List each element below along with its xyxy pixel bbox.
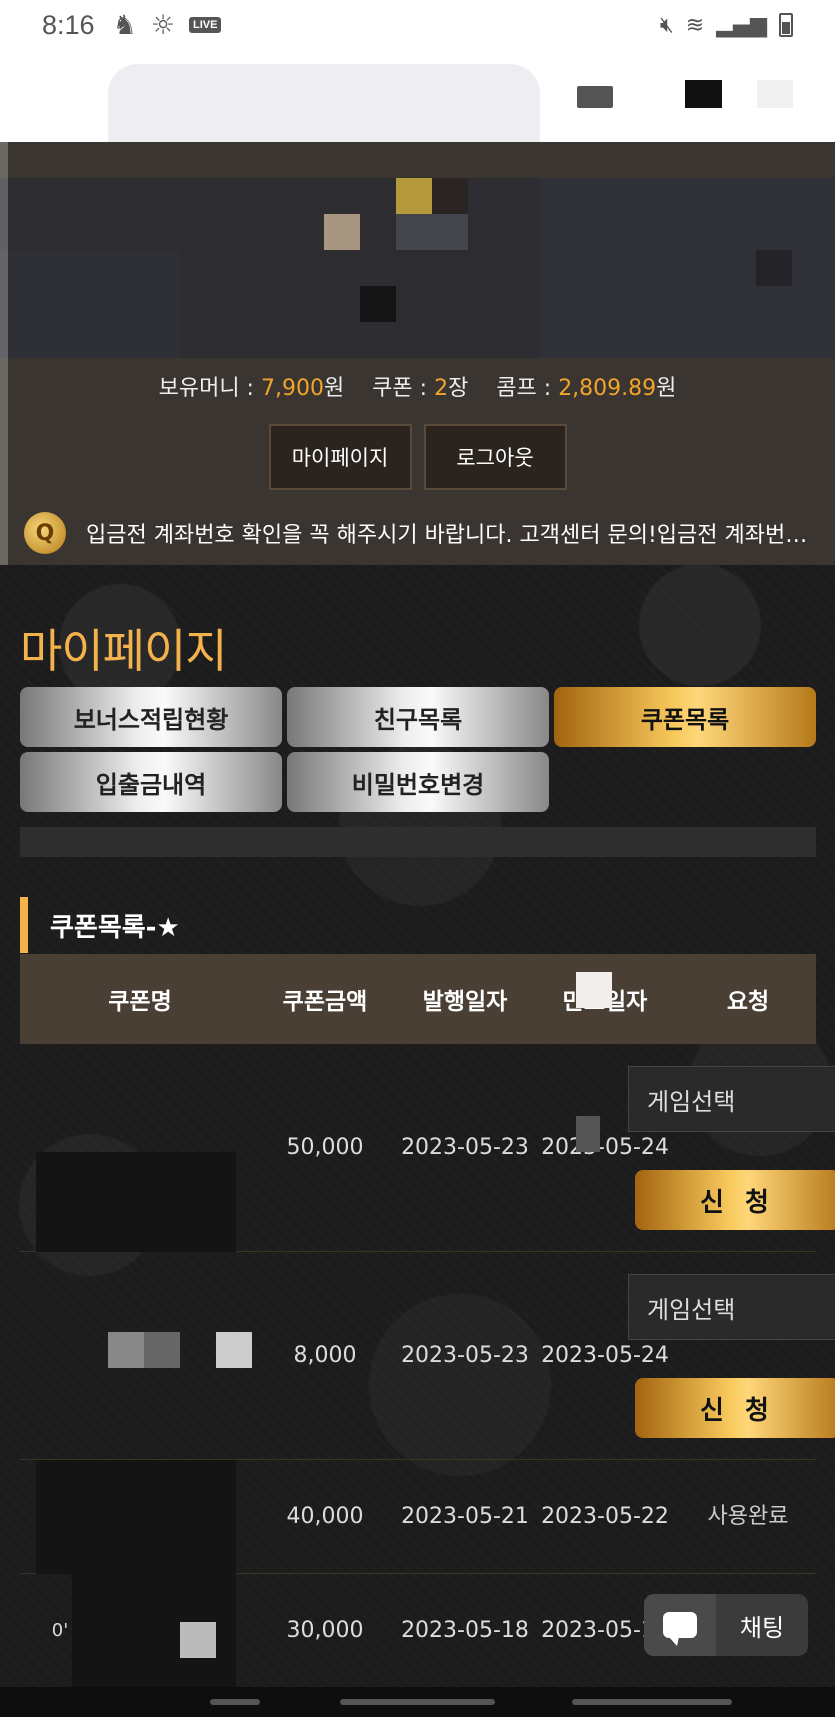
table-header: 쿠폰명 쿠폰금액 발행일자 만료일자 요청 [20,954,816,1044]
signal-icon: ▂▄▆ [716,12,767,38]
tab-password[interactable]: 비밀번호변경 [287,752,549,812]
wifi-icon: ≋ [685,12,705,38]
redacted-block [576,972,612,1008]
weather-icon: ☼ [150,9,175,41]
money-label: 보유머니 : [158,376,261,401]
issued-date: 2023-05-23 [401,1343,529,1368]
notice-bar: Q 입금전 계좌번호 확인을 꼭 해주시기 바랍니다. 고객센터 문의!입금전 … [0,500,835,566]
tab-transactions[interactable]: 입출금내역 [20,752,282,812]
mypage-button[interactable]: 마이페이지 [268,424,412,490]
side-edge [0,142,8,602]
section-title: 쿠폰목록-★ [50,912,180,943]
coupon-value: 2 [434,376,449,401]
coupon-amount: 40,000 [286,1504,364,1529]
redacted-icon[interactable] [577,86,613,108]
issued-date: 2023-05-18 [401,1618,529,1643]
status-time: 8:16 [42,9,95,40]
apply-button[interactable]: 신 청 [635,1170,835,1230]
nav-recents[interactable] [572,1699,732,1705]
redacted-block [36,1152,236,1252]
redacted-icon[interactable] [685,80,722,108]
col-issued-date: 발행일자 [422,989,508,1015]
site-header: 보유머니 : 7,900원 쿠폰 : 2장 콤프 : 2,809.89원 마이페… [0,142,835,566]
tab-coupons[interactable]: 쿠폰목록 [554,687,816,747]
redacted-banner [0,178,835,358]
comp-label: 콤프 : [496,376,559,401]
nav-home[interactable] [340,1699,495,1705]
coupon-amount: 50,000 [286,1135,364,1160]
tab-bonus[interactable]: 보너스적립현황 [20,687,282,747]
battery-icon [779,13,793,37]
comp-value: 2,809.89 [558,376,657,401]
issued-date: 2023-05-21 [401,1504,529,1529]
apply-button[interactable]: 신 청 [635,1378,835,1438]
tab-friends[interactable]: 친구목록 [287,687,549,747]
logout-button[interactable]: 로그아웃 [423,424,567,490]
nav-back[interactable] [210,1699,260,1705]
coupon-unit: 장 [448,376,469,401]
redacted-block [144,1332,180,1368]
issued-date: 2023-05-23 [401,1135,529,1160]
status-badge: 사용완료 [707,1504,789,1529]
redacted-block [36,1460,236,1574]
divider-bar [20,827,816,857]
col-coupon-amount: 쿠폰금액 [282,989,368,1015]
mute-icon: 🔇︎ [659,12,674,38]
redacted-icon[interactable] [757,80,793,108]
section-header: 쿠폰목록-★ [20,897,180,953]
redacted-block [216,1332,252,1368]
status-bar: 8:16 ♞ ☼ LIVE 🔇︎ ≋ ▂▄▆ [0,0,835,50]
page-title: 마이페이지 [20,624,228,678]
balance-info: 보유머니 : 7,900원 쿠폰 : 2장 콤프 : 2,809.89원 [0,370,835,402]
notification-icon: ♞ [112,9,137,41]
main-content: 마이페이지 보너스적립현황 친구목록 쿠폰목록 입출금내역 비밀번호변경 쿠폰목… [0,565,835,1717]
col-coupon-name: 쿠폰명 [108,989,172,1015]
money-value: 7,900 [260,376,324,401]
chat-button[interactable]: 채팅 [644,1594,808,1656]
system-nav-bar [0,1687,835,1717]
notice-icon: Q [24,512,66,554]
table-row: 50,000 2023-05-23 2023-05-24 게임선택 신 청 [20,1044,835,1252]
money-unit: 원 [323,376,345,401]
game-select[interactable]: 게임선택 [628,1274,835,1340]
mypage-tabs: 보너스적립현황 친구목록 쿠폰목록 입출금내역 비밀번호변경 [20,687,816,812]
expiry-date: 2023-05-22 [541,1504,669,1529]
section-marker [20,897,28,953]
chat-icon [644,1594,716,1656]
coupon-amount: 8,000 [293,1343,357,1368]
table-row: 40,000 2023-05-21 2023-05-22 사용완료 [20,1460,816,1574]
col-request: 요청 [726,989,770,1015]
comp-unit: 원 [656,376,677,401]
live-icon: LIVE [189,17,222,33]
url-bar[interactable] [108,64,540,142]
game-select[interactable]: 게임선택 [628,1066,835,1132]
notice-text: 입금전 계좌번호 확인을 꼭 해주시기 바랍니다. 고객센터 문의!입금전 계좌… [86,523,816,548]
redacted-block [576,1116,600,1152]
table-row: 8,000 2023-05-23 2023-05-24 게임선택 신 청 [20,1252,835,1460]
redacted-block [108,1332,144,1368]
chat-label: 채팅 [739,1613,785,1642]
coupon-amount: 30,000 [286,1618,364,1643]
browser-bar [0,50,835,142]
redacted-block [180,1622,216,1658]
coupon-label: 쿠폰 : [372,376,435,401]
